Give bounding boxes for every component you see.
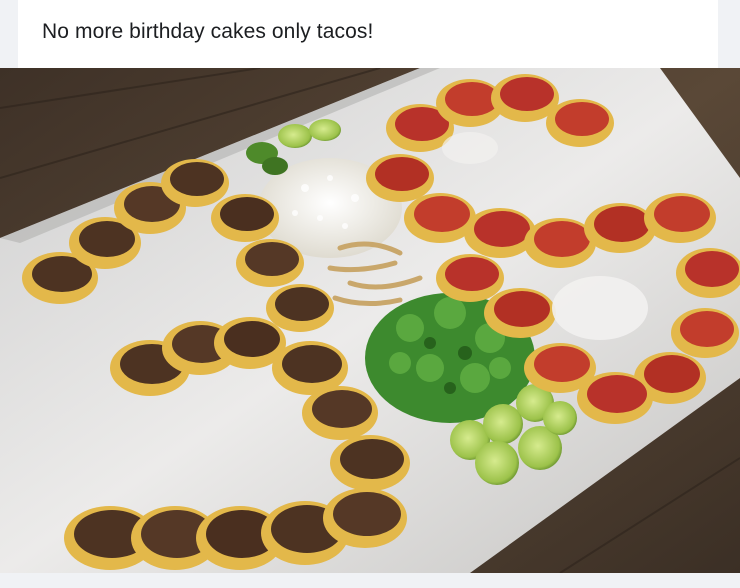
post-footer [0, 573, 740, 588]
post-caption: No more birthday cakes only tacos! [42, 20, 374, 43]
foil-highlight [552, 276, 648, 340]
post-photo[interactable] [0, 68, 740, 573]
social-post: No more birthday cakes only tacos! [0, 0, 740, 588]
taco-tray-image [0, 68, 740, 573]
